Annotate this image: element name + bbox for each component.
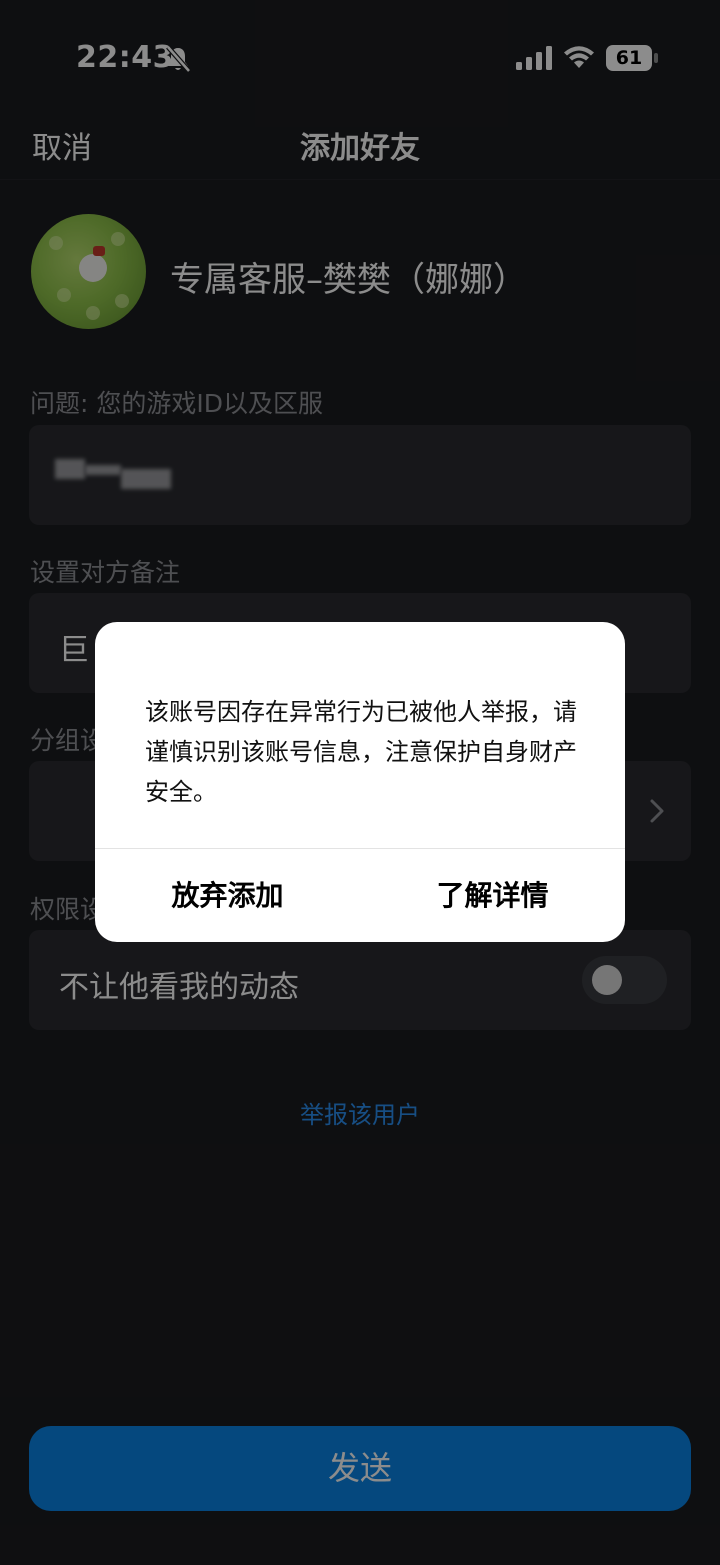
abandon-add-button[interactable]: 放弃添加 — [95, 849, 360, 942]
learn-details-button[interactable]: 了解详情 — [360, 849, 625, 942]
warning-dialog: 该账号因存在异常行为已被他人举报，请谨慎识别该账号信息，注意保护自身财产安全。 … — [95, 622, 625, 942]
dialog-message: 该账号因存在异常行为已被他人举报，请谨慎识别该账号信息，注意保护自身财产安全。 — [145, 698, 577, 806]
